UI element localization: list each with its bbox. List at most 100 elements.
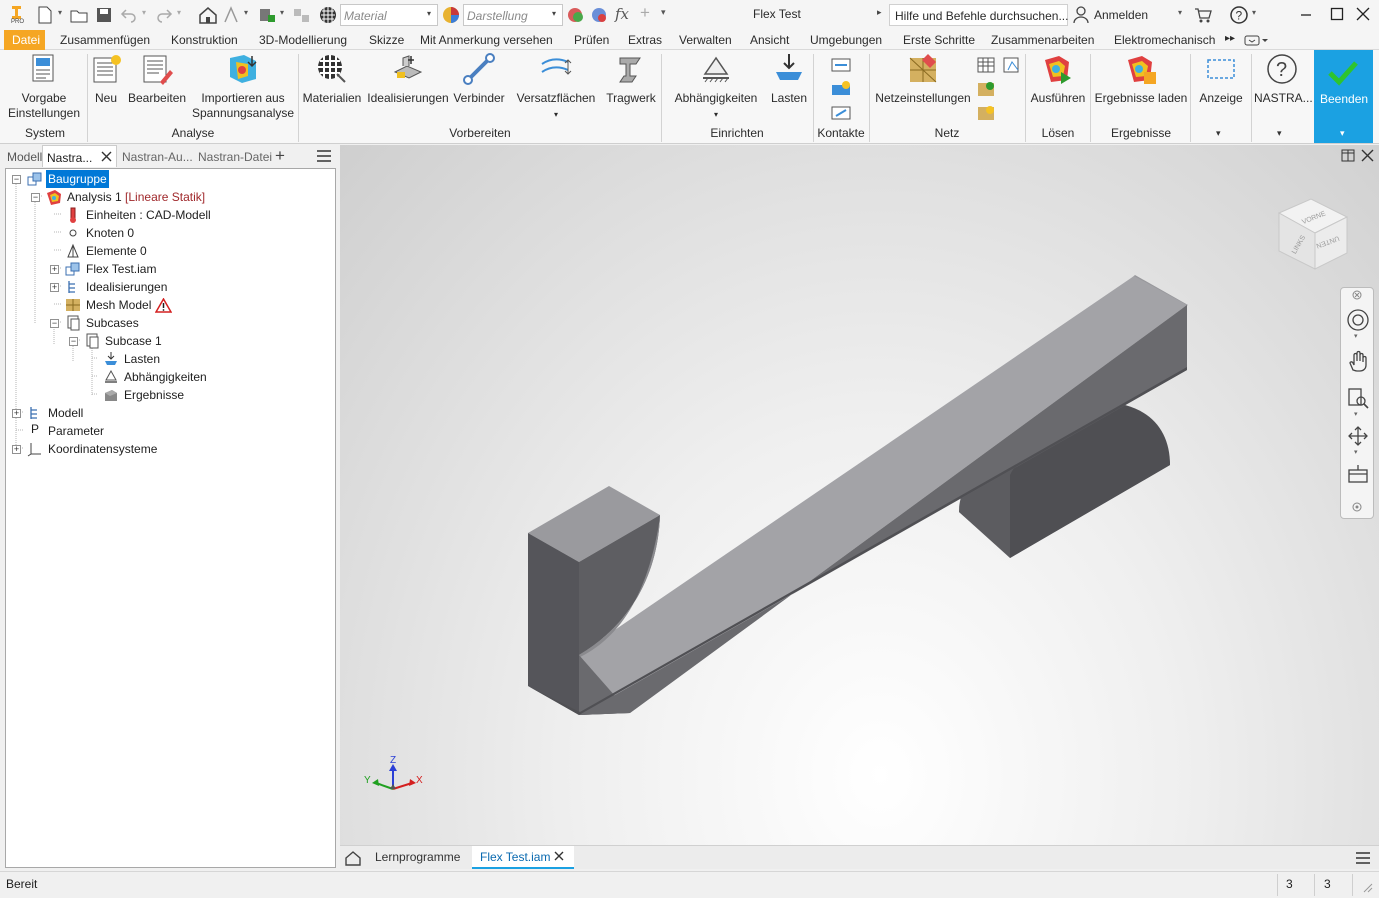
pattern-icon[interactable] bbox=[292, 5, 312, 25]
add-icon[interactable]: + bbox=[640, 3, 650, 23]
new-dropdown-icon[interactable]: ▾ bbox=[58, 8, 62, 17]
expand-toggle[interactable]: + bbox=[50, 265, 59, 274]
orbit-dropdown-icon[interactable]: ▾ bbox=[1354, 448, 1358, 456]
select-tool-icon[interactable] bbox=[222, 5, 242, 25]
tree-subcase-1[interactable]: Subcase 1 bbox=[105, 332, 162, 350]
manual-contacts-icon[interactable] bbox=[830, 80, 852, 98]
importieren-button[interactable]: Importieren aus Spannungsanalyse bbox=[190, 52, 296, 121]
measure-icon[interactable] bbox=[258, 5, 278, 25]
menu-extras[interactable]: Extras bbox=[628, 33, 662, 47]
abhaengigkeiten-button[interactable]: Abhängigkeiten ▾ bbox=[668, 52, 764, 122]
auto-contacts-icon[interactable] bbox=[830, 56, 852, 74]
nastran-help-button[interactable]: ? NASTRA... bbox=[1254, 52, 1313, 106]
signin-dropdown-icon[interactable]: ▾ bbox=[1178, 8, 1182, 17]
material-select[interactable]: Material ▾ bbox=[340, 4, 438, 26]
orbit-icon[interactable] bbox=[1346, 424, 1370, 448]
fx-parameters-icon[interactable]: fx bbox=[615, 5, 629, 23]
inventor-logo-icon[interactable]: PRO bbox=[7, 3, 27, 27]
vorgabe-einstellungen-button[interactable]: Vorgabe Einstellungen bbox=[4, 52, 84, 121]
menu-skizze[interactable]: Skizze bbox=[369, 33, 404, 47]
tree-ergebnisse[interactable]: Ergebnisse bbox=[124, 386, 184, 404]
appearance-select[interactable]: Darstellung ▾ bbox=[463, 4, 563, 26]
verbinder-button[interactable]: Verbinder bbox=[452, 52, 506, 106]
expand-toggle[interactable]: + bbox=[50, 283, 59, 292]
doc-tabs-menu-icon[interactable] bbox=[1355, 852, 1371, 864]
undo-dropdown-icon[interactable]: ▾ bbox=[142, 8, 146, 17]
zoom-icon[interactable] bbox=[1346, 386, 1370, 410]
expand-toggle[interactable]: + bbox=[12, 409, 21, 418]
collapse-toggle[interactable]: − bbox=[69, 337, 78, 346]
tree-parameter[interactable]: Parameter bbox=[48, 422, 104, 440]
menu-zusammenfuegen[interactable]: Zusammenfügen bbox=[60, 33, 150, 47]
idealisierungen-button[interactable]: Idealisierungen bbox=[366, 52, 450, 106]
quick-access-customize-icon[interactable]: ▾ bbox=[661, 7, 666, 18]
redo-dropdown-icon[interactable]: ▾ bbox=[177, 8, 181, 17]
tragwerk-button[interactable]: Tragwerk bbox=[604, 52, 658, 106]
select-dropdown-icon[interactable]: ▾ bbox=[244, 8, 248, 17]
tree-abhaengigkeiten[interactable]: Abhängigkeiten bbox=[124, 368, 207, 386]
measure-dropdown-icon[interactable]: ▾ bbox=[280, 8, 284, 17]
navbar-close-icon[interactable] bbox=[1352, 290, 1362, 300]
help-dropdown-icon[interactable]: ▾ bbox=[1252, 8, 1256, 17]
lasten-button[interactable]: Lasten bbox=[768, 52, 810, 106]
help-icon[interactable]: ? bbox=[1229, 5, 1249, 25]
menu-erste-schritte[interactable]: Erste Schritte bbox=[903, 33, 975, 47]
menu-elektromechanisch[interactable]: Elektromechanisch bbox=[1114, 33, 1215, 47]
close-doc-tab-icon[interactable] bbox=[554, 851, 564, 861]
mesh-table-icon[interactable] bbox=[976, 56, 996, 74]
tree-elements[interactable]: Elemente 0 bbox=[86, 242, 147, 260]
ribbon-display-icon[interactable] bbox=[1244, 34, 1268, 47]
ergebnisse-laden-button[interactable]: Ergebnisse laden bbox=[1094, 52, 1188, 106]
menu-3d-modellierung[interactable]: 3D-Modellierung bbox=[259, 33, 347, 47]
maximize-icon[interactable] bbox=[1330, 7, 1344, 21]
tab-nastran-ausgabe[interactable]: Nastran-Au... bbox=[122, 150, 193, 164]
home-tab-icon[interactable] bbox=[344, 849, 362, 866]
undo-icon[interactable] bbox=[120, 7, 138, 23]
home-icon[interactable] bbox=[198, 5, 218, 25]
menu-umgebungen[interactable]: Umgebungen bbox=[810, 33, 882, 47]
ausfuehren-button[interactable]: Ausführen bbox=[1029, 52, 1087, 106]
menu-zusammenarbeiten[interactable]: Zusammenarbeiten bbox=[991, 33, 1094, 47]
steering-wheel-icon[interactable] bbox=[1346, 308, 1370, 332]
tree-lasten[interactable]: Lasten bbox=[124, 350, 160, 368]
netzeinstellungen-button[interactable]: Netzeinstellungen bbox=[873, 52, 973, 106]
search-expand-icon[interactable]: ▸ bbox=[877, 7, 882, 18]
menu-datei[interactable]: Datei bbox=[4, 30, 45, 50]
steering-dropdown-icon[interactable]: ▾ bbox=[1354, 332, 1358, 340]
collapse-toggle[interactable]: − bbox=[50, 319, 59, 328]
beenden-button[interactable]: Beenden ▾ bbox=[1314, 50, 1373, 143]
pan-hand-icon[interactable] bbox=[1346, 350, 1370, 374]
tab-lernprogramme[interactable]: Lernprogramme bbox=[367, 846, 469, 869]
collapse-toggle[interactable]: − bbox=[12, 175, 21, 184]
graphics-viewport[interactable]: VORNE LINKS UNTEN ▾ ▾ ▾ Z X Y bbox=[340, 145, 1379, 845]
sphere-checker-icon[interactable] bbox=[318, 5, 338, 25]
contact-settings-icon[interactable] bbox=[830, 104, 852, 122]
collapse-toggle[interactable]: − bbox=[31, 193, 40, 202]
close-tab-icon[interactable] bbox=[101, 151, 112, 162]
save-icon[interactable] bbox=[95, 6, 113, 24]
3d-model[interactable] bbox=[340, 145, 1379, 845]
tree-subcases[interactable]: Subcases bbox=[86, 314, 139, 332]
menu-pruefen[interactable]: Prüfen bbox=[574, 33, 609, 47]
clear-appearance-icon[interactable] bbox=[590, 6, 608, 24]
menu-konstruktion[interactable]: Konstruktion bbox=[171, 33, 238, 47]
tree-units[interactable]: Einheiten : CAD-Modell bbox=[86, 206, 211, 224]
panel-menu-icon[interactable] bbox=[316, 150, 332, 162]
cart-icon[interactable] bbox=[1194, 6, 1212, 24]
new-file-icon[interactable] bbox=[36, 6, 54, 24]
bearbeiten-button[interactable]: Bearbeiten bbox=[128, 52, 186, 106]
anzeige-button[interactable]: Anzeige bbox=[1194, 52, 1248, 106]
menu-ansicht[interactable]: Ansicht bbox=[750, 33, 789, 47]
tree-root-baugruppe[interactable]: Baugruppe bbox=[46, 170, 109, 188]
tab-flex-test[interactable]: Flex Test.iam bbox=[472, 846, 574, 869]
menu-anmerkung[interactable]: Mit Anmerkung versehen bbox=[420, 33, 553, 47]
tree-koordinatensysteme[interactable]: Koordinatensysteme bbox=[48, 440, 157, 458]
tree-modell[interactable]: Modell bbox=[48, 404, 83, 422]
versatzflaechen-button[interactable]: Versatzflächen ▾ bbox=[514, 52, 598, 122]
tree-mesh-model[interactable]: Mesh Model bbox=[86, 296, 151, 314]
expand-toggle[interactable]: + bbox=[12, 445, 21, 454]
signin-link[interactable]: Anmelden bbox=[1094, 8, 1148, 22]
minimize-icon[interactable] bbox=[1299, 8, 1313, 22]
close-window-icon[interactable] bbox=[1356, 7, 1370, 21]
tab-modell[interactable]: Modell bbox=[7, 150, 42, 164]
